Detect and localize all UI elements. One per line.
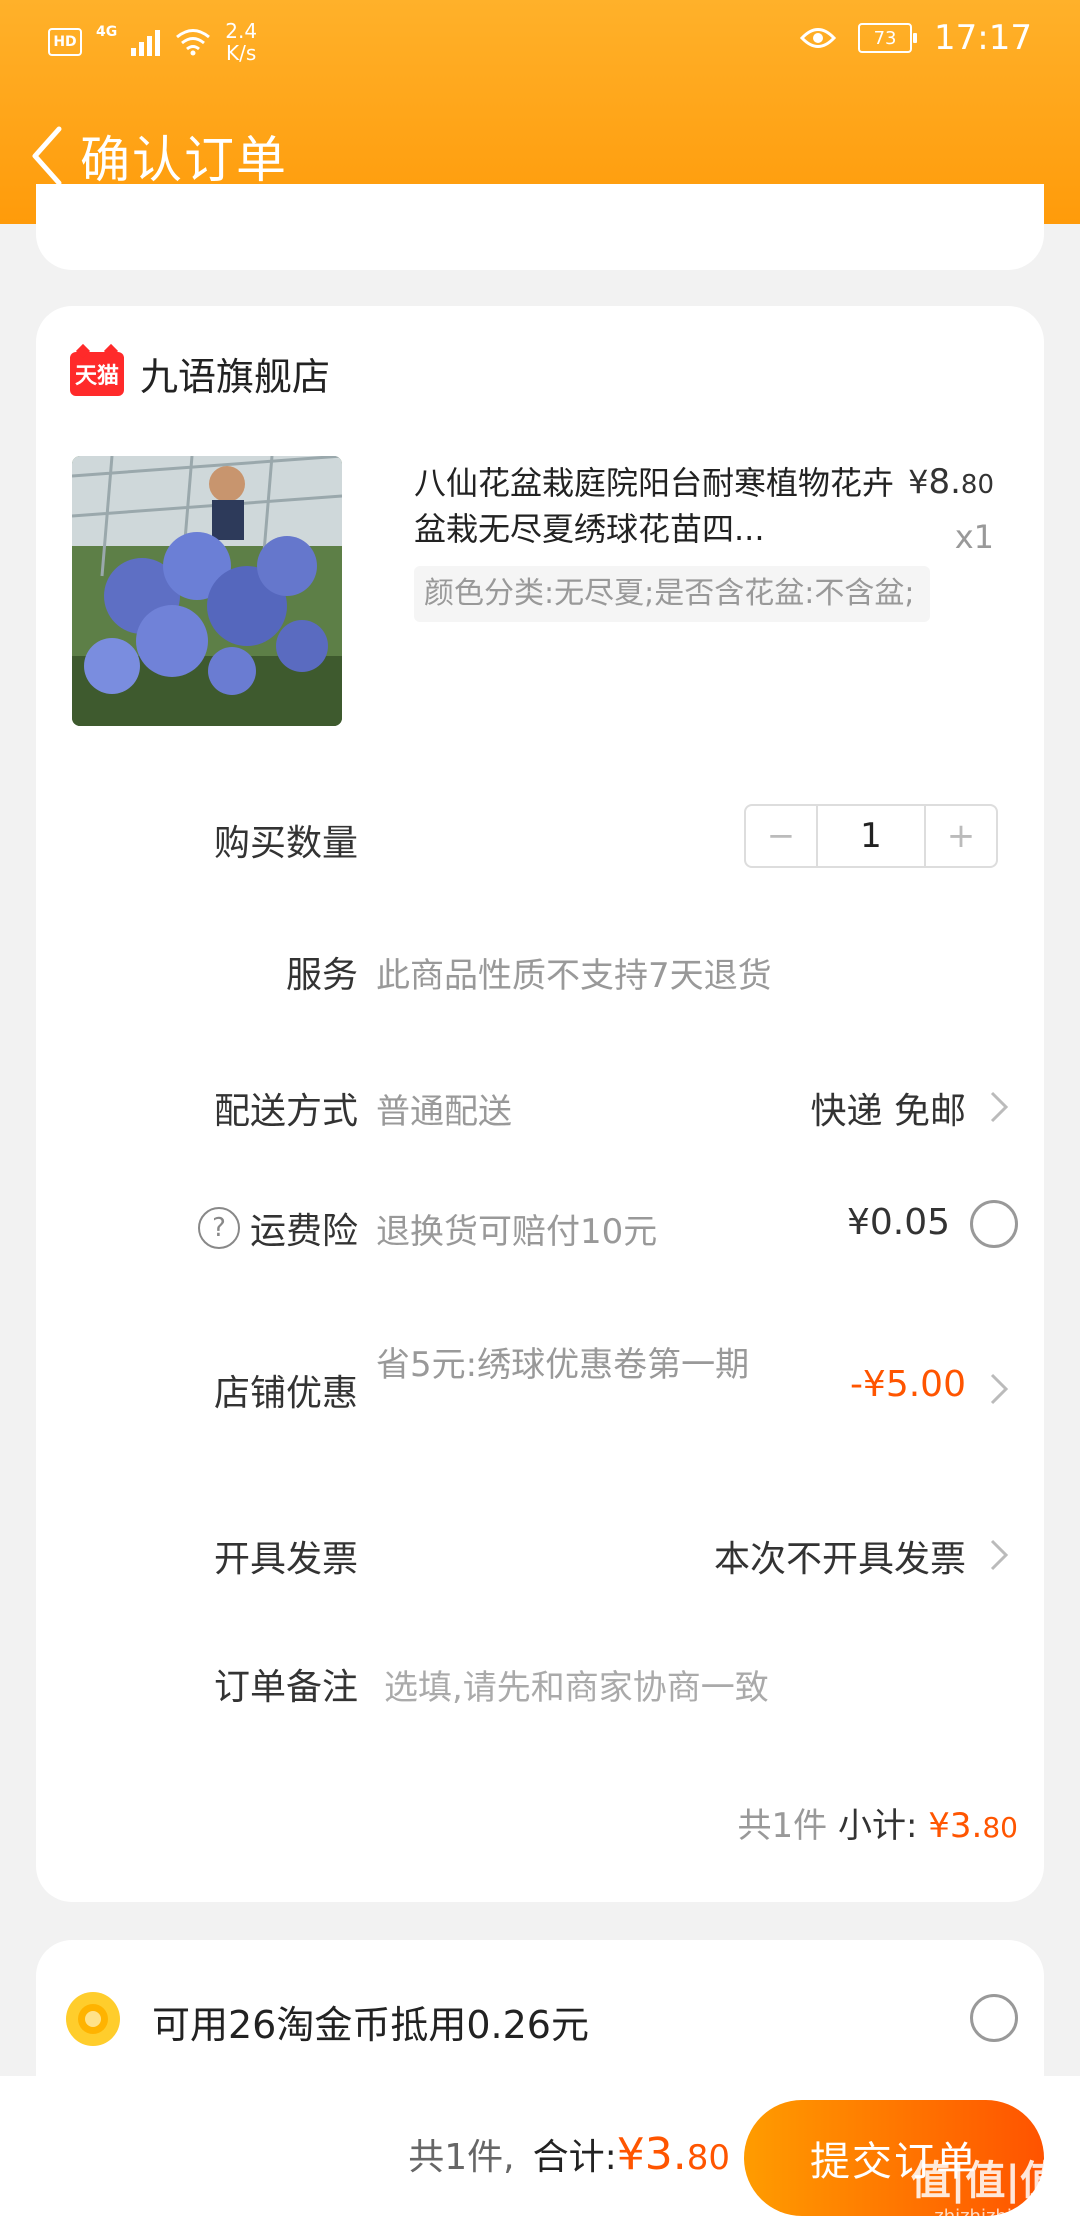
shop-discount-value: 省5元:绣球优惠卷第一期: [376, 1345, 750, 1385]
invoice-label: 开具发票: [213, 1539, 358, 1580]
coins-text: 可用26淘金币抵用0.26元: [152, 2003, 589, 2047]
quantity-label: 购买数量: [213, 823, 358, 864]
service-row: 服务 此商品性质不支持7天退货: [36, 928, 1044, 1008]
insurance-value: 退换货可赔付10元: [376, 1212, 658, 1252]
insurance-row: ? 运费险 退换货可赔付10元 ¥0.05: [36, 1184, 1044, 1264]
chevron-left-icon: [32, 126, 62, 186]
wifi-icon: [176, 29, 211, 56]
shop-discount-amount[interactable]: -¥5.00: [850, 1364, 966, 1405]
watermark: 值|值|值: [910, 2158, 1060, 2204]
coin-icon: [66, 1992, 120, 2046]
note-label: 订单备注: [213, 1667, 358, 1708]
product-title[interactable]: 八仙花盆栽庭院阳台耐寒植物花卉盆栽无尽夏绣球花苗四...: [414, 460, 894, 552]
product-item[interactable]: 八仙花盆栽庭院阳台耐寒植物花卉盆栽无尽夏绣球花苗四... 颜色分类:无尽夏;是否…: [72, 456, 1008, 726]
quantity-stepper[interactable]: − 1 +: [744, 804, 998, 868]
network-speed: 2.4 K/s: [225, 19, 258, 65]
clock: 17:17: [934, 18, 1032, 58]
order-card: 天猫 九语旗舰店 八仙花盆栽庭院阳台耐寒植物花卉盆栽无尽夏绣球花苗四... 颜色…: [36, 306, 1044, 1902]
store-header[interactable]: 天猫 九语旗舰店: [70, 346, 330, 401]
chevron-right-icon[interactable]: [988, 1090, 1010, 1124]
store-name[interactable]: 九语旗舰店: [140, 346, 330, 401]
delivery-row[interactable]: 配送方式 普通配送 快递 免邮: [36, 1064, 1044, 1144]
footer-total: 共1件, 合计:¥3.80: [408, 2129, 730, 2180]
insurance-radio[interactable]: [970, 1200, 1018, 1248]
product-quantity: x1: [954, 518, 994, 556]
note-input[interactable]: 选填,请先和商家协商一致: [384, 1660, 769, 1709]
status-bar: HD 4G 2.4 K/s 73 17:17: [0, 0, 1080, 80]
service-label: 服务: [285, 955, 358, 996]
signal-icon: [131, 30, 161, 56]
decrement-button[interactable]: −: [746, 806, 816, 866]
service-value: 此商品性质不支持7天退货: [376, 956, 772, 996]
product-price: ¥8.80: [908, 462, 994, 502]
invoice-value[interactable]: 本次不开具发票: [714, 1530, 966, 1582]
eye-icon: [800, 28, 837, 48]
help-icon[interactable]: ?: [197, 1207, 240, 1249]
watermark-url: zhizhizhi.com: [934, 2206, 1056, 2227]
network-type: 4G: [96, 24, 118, 40]
chevron-right-icon[interactable]: [988, 1538, 1010, 1572]
delivery-value: 普通配送: [376, 1092, 512, 1132]
hd-badge: HD: [48, 28, 82, 56]
quantity-value[interactable]: 1: [816, 806, 926, 866]
product-sku[interactable]: 颜色分类:无尽夏;是否含花盆:不含盆;: [414, 566, 930, 622]
product-image[interactable]: [72, 456, 342, 726]
address-card-bottom: [36, 184, 1044, 270]
chevron-right-icon[interactable]: [988, 1372, 1010, 1406]
increment-button[interactable]: +: [926, 806, 996, 866]
page-title: 确认订单: [80, 131, 288, 189]
subtotal: 共1件 小计: ¥3.80: [737, 1806, 1018, 1846]
insurance-label: ? 运费险: [197, 1202, 358, 1254]
shop-discount-label: 店铺优惠: [213, 1373, 358, 1414]
quantity-row: 购买数量 − 1 +: [36, 804, 1044, 884]
insurance-price: ¥0.05: [846, 1202, 950, 1243]
delivery-method[interactable]: 快递 免邮: [811, 1082, 966, 1134]
tmall-badge: 天猫: [70, 351, 124, 396]
note-row: 订单备注 选填,请先和商家协商一致: [36, 1640, 1044, 1720]
coins-radio[interactable]: [970, 1994, 1018, 2042]
delivery-label: 配送方式: [213, 1091, 358, 1132]
battery-indicator: 73: [858, 23, 918, 53]
invoice-row[interactable]: 开具发票 本次不开具发票: [36, 1512, 1044, 1592]
shop-discount-row[interactable]: 店铺优惠 省5元:绣球优惠卷第一期 -¥5.00: [36, 1330, 1044, 1440]
